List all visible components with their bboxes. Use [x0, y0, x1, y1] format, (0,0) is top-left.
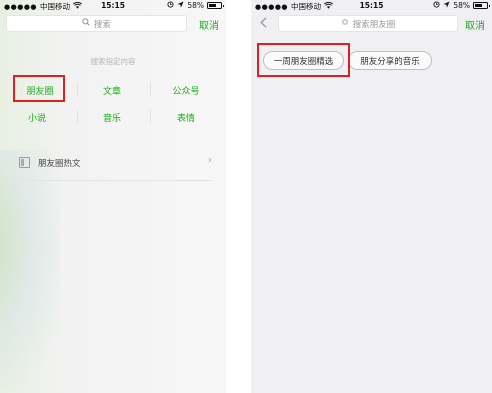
hot-articles-label: 朋友圈热文	[38, 159, 81, 169]
location-icon	[177, 1, 184, 10]
left-phone-screen: ●●●●● 中国移动 15:15 58% 搜索 取消 搜索指定内容 朋友圈 文章…	[0, 0, 226, 393]
search-hint: 搜索指定内容	[90, 57, 136, 66]
battery-icon	[207, 2, 224, 9]
search-input[interactable]: 搜索	[6, 15, 187, 32]
battery-level	[209, 4, 216, 7]
category-novels[interactable]: 小说	[8, 111, 66, 124]
divider	[150, 110, 151, 124]
battery-level	[475, 4, 482, 7]
battery-percent: 58%	[453, 1, 470, 10]
battery-icon	[473, 2, 490, 9]
hot-articles-row[interactable]: 朋友圈热文 ›	[10, 152, 212, 174]
blurred-background	[0, 150, 60, 390]
battery-percent: 58%	[187, 1, 204, 10]
search-input[interactable]: 搜索朋友圈	[278, 15, 458, 32]
highlight-box	[13, 75, 65, 102]
gutter	[226, 0, 251, 393]
screenshot-stage: ●●●●● 中国移动 15:15 58% 搜索 取消 搜索指定内容 朋友圈 文章…	[0, 0, 492, 393]
status-right-group: 58%	[167, 1, 224, 10]
alarm-icon	[167, 1, 174, 10]
search-bar: 搜索 取消	[0, 13, 226, 35]
row-divider	[10, 180, 212, 181]
alarm-icon	[433, 1, 440, 10]
status-bar: ●●●●● 中国移动 15:15 58%	[0, 0, 226, 12]
search-icon	[341, 18, 349, 29]
article-icon	[19, 157, 30, 168]
search-placeholder: 搜索朋友圈	[352, 19, 396, 30]
category-stickers[interactable]: 表情	[157, 111, 215, 124]
divider	[150, 83, 151, 97]
status-right-group: 58%	[433, 1, 490, 10]
right-phone-screen: ●●●●● 中国移动 15:15 58% 搜索朋友圈 取消 一周朋友圈精选 朋友…	[251, 0, 492, 393]
divider	[77, 83, 78, 97]
search-placeholder: 搜索	[93, 19, 111, 30]
divider	[77, 110, 78, 124]
chip-shared-music[interactable]: 朋友分享的音乐	[348, 51, 432, 70]
category-articles[interactable]: 文章	[83, 84, 141, 97]
chevron-right-icon: ›	[208, 155, 212, 166]
search-icon	[82, 18, 90, 29]
highlight-box	[257, 43, 350, 77]
category-official-accounts[interactable]: 公众号	[157, 84, 215, 97]
cancel-button[interactable]: 取消	[465, 17, 485, 32]
cancel-button[interactable]: 取消	[199, 17, 219, 32]
category-music[interactable]: 音乐	[83, 111, 141, 124]
back-chevron-icon[interactable]	[260, 17, 267, 30]
status-bar: ●●●●● 中国移动 15:15 58%	[251, 0, 492, 12]
search-bar: 搜索朋友圈 取消	[251, 13, 492, 35]
location-icon	[443, 1, 450, 10]
